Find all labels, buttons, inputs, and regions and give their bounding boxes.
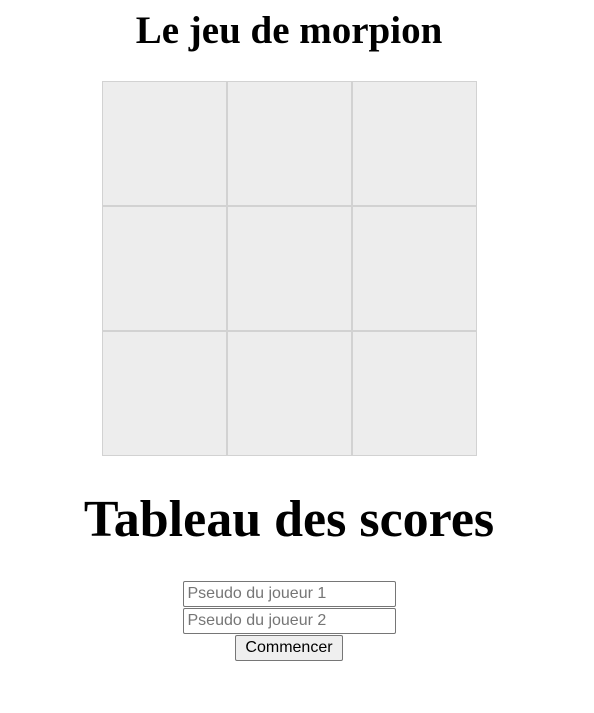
scoreboard-title: Tableau des scores <box>83 491 495 548</box>
board-cell-6[interactable] <box>352 206 477 331</box>
board-cell-3[interactable] <box>352 81 477 206</box>
player-form: Commencer <box>0 581 578 661</box>
tic-tac-toe-board <box>102 81 477 456</box>
board-cell-9[interactable] <box>352 331 477 456</box>
board-cell-4[interactable] <box>102 206 227 331</box>
board-cell-5[interactable] <box>227 206 352 331</box>
board-cell-2[interactable] <box>227 81 352 206</box>
page-title: Le jeu de morpion <box>135 9 443 52</box>
board-cell-7[interactable] <box>102 331 227 456</box>
board-cell-8[interactable] <box>227 331 352 456</box>
board-cell-1[interactable] <box>102 81 227 206</box>
start-button[interactable]: Commencer <box>235 635 343 661</box>
player1-name-input[interactable] <box>182 581 396 607</box>
player2-name-input[interactable] <box>182 608 396 634</box>
